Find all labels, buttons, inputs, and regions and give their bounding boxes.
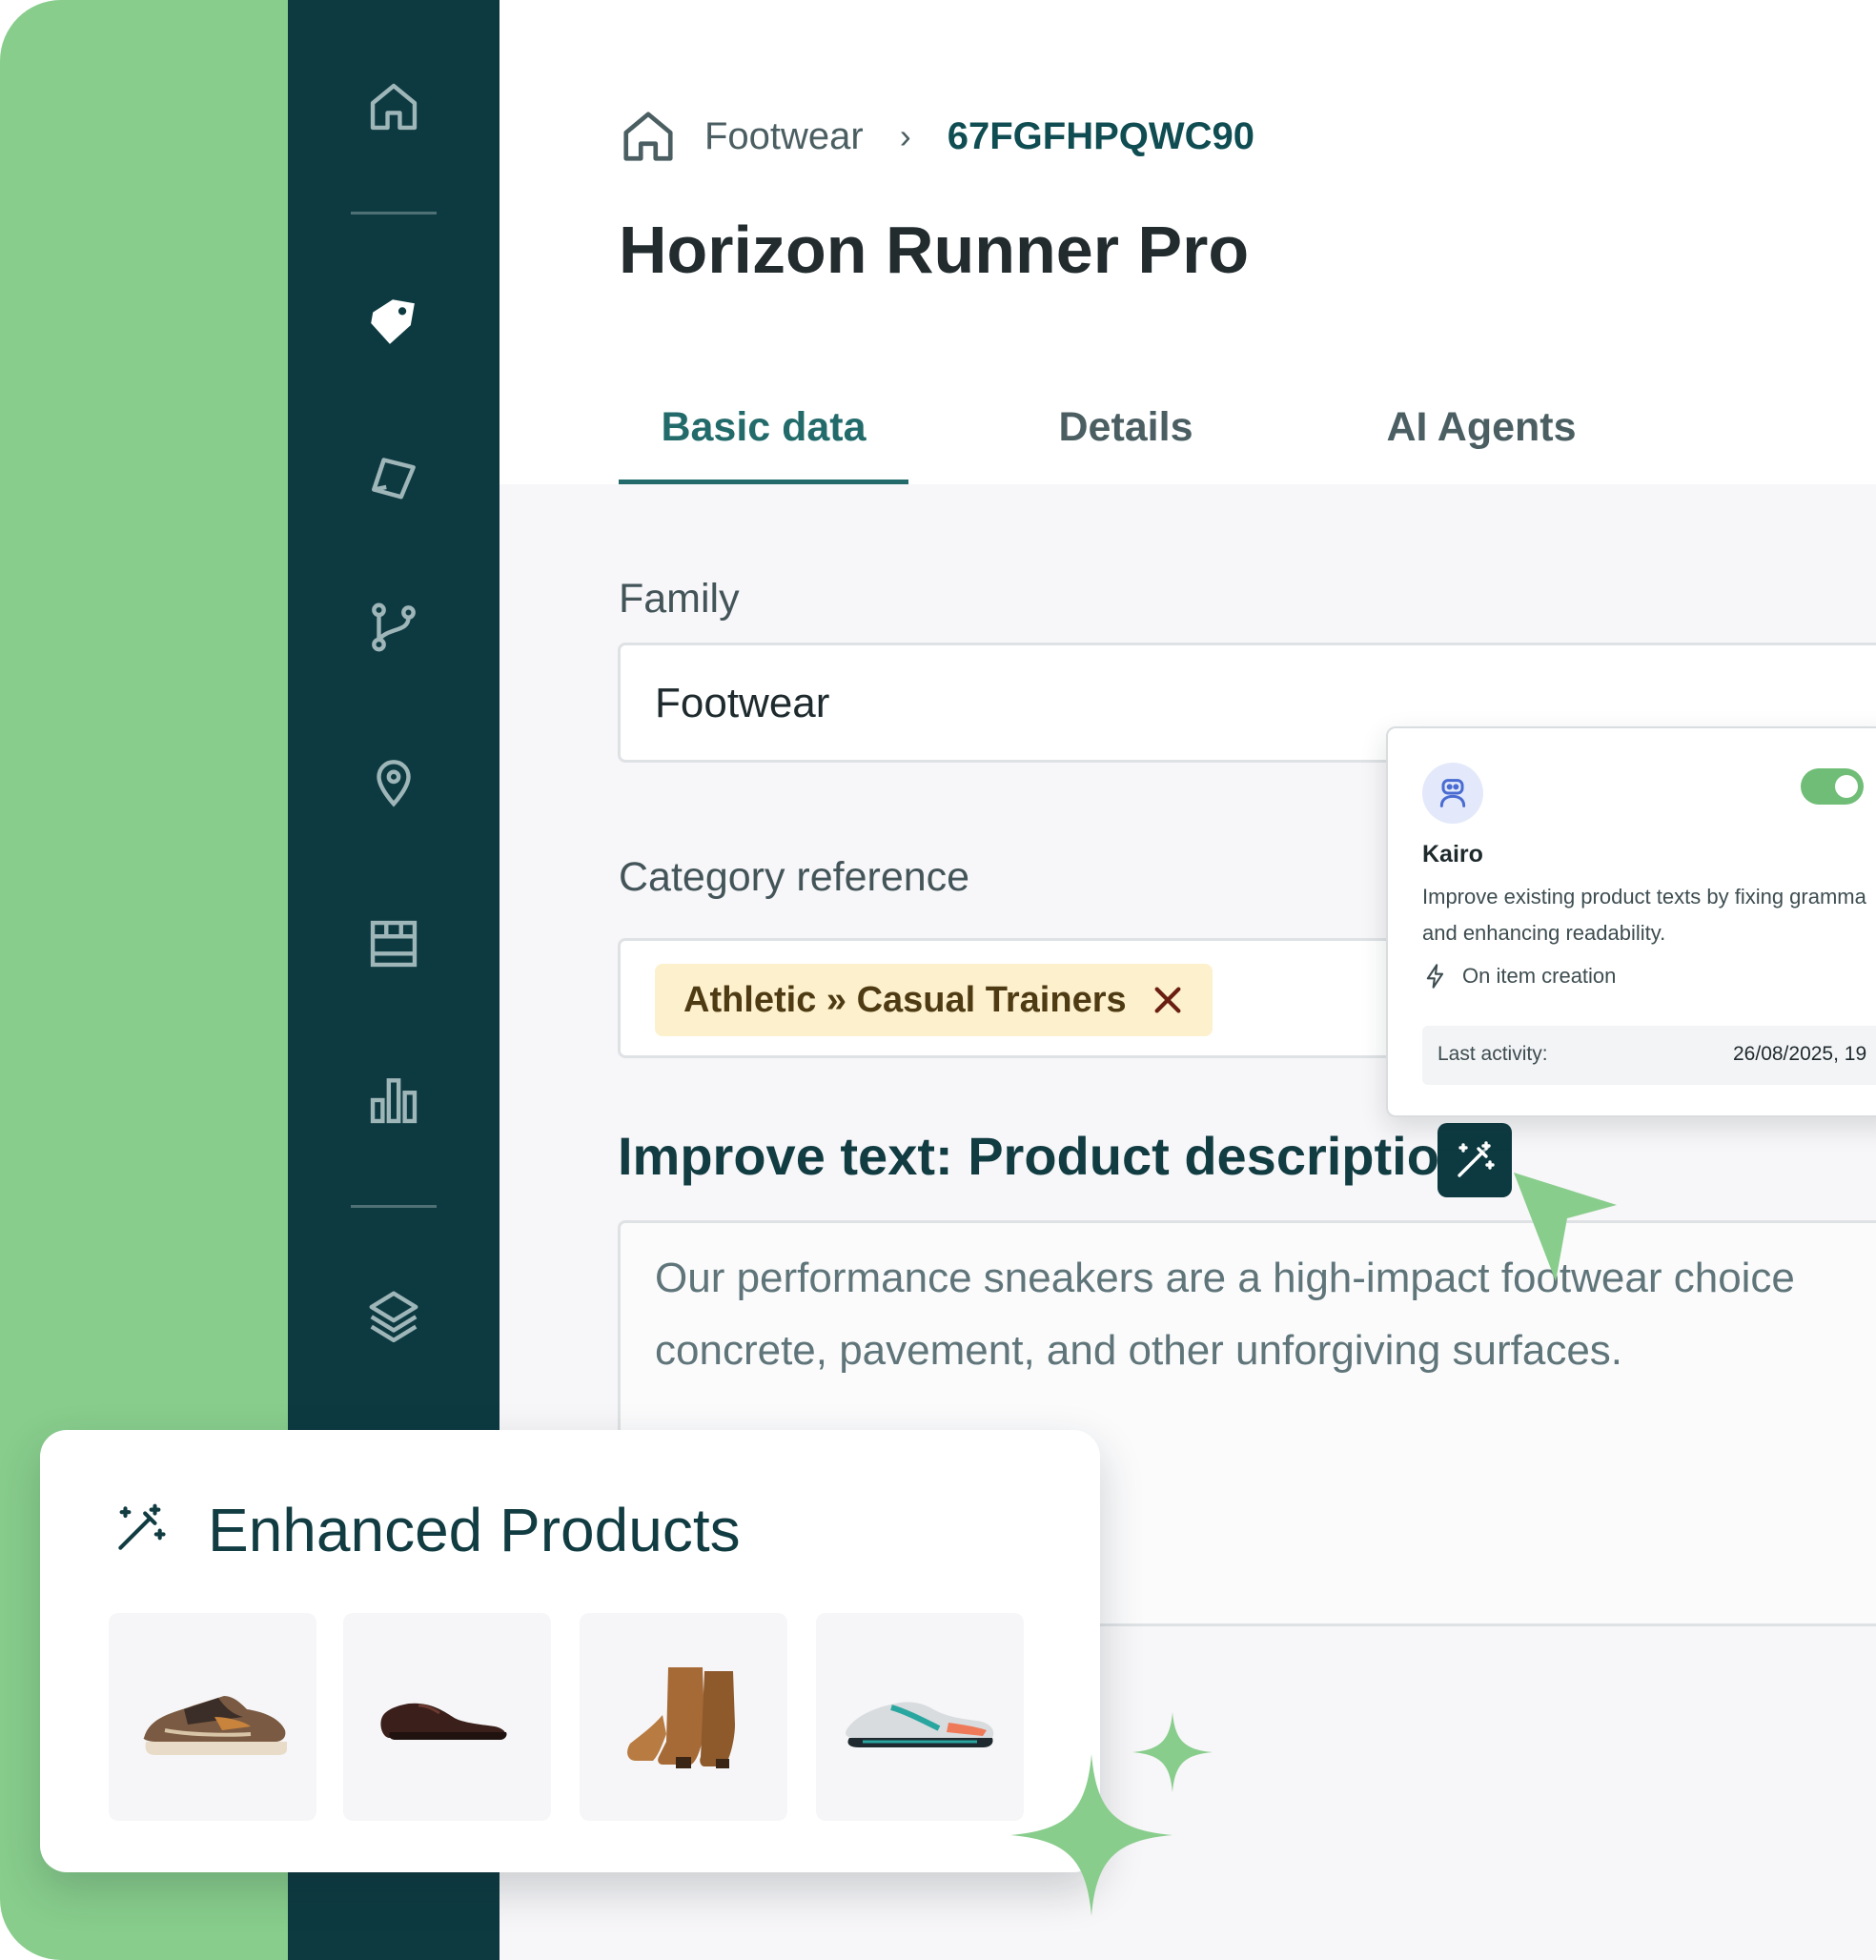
page-title: Horizon Runner Pro (619, 213, 1250, 287)
enhanced-products-card: Enhanced Products (40, 1430, 1100, 1872)
location-pin-icon[interactable] (288, 744, 500, 820)
lightning-icon (1426, 964, 1444, 989)
tab-details[interactable]: Details (908, 393, 1343, 484)
improve-text-heading-field: Product description (952, 1126, 1473, 1186)
product-thumbnail-casual-sneaker[interactable] (109, 1613, 316, 1821)
layers-icon[interactable] (288, 1277, 500, 1354)
running-shoe-image (846, 1702, 994, 1747)
agent-last-activity: Last activity: 26/08/2025, 19 (1422, 1026, 1876, 1085)
product-thumbnail-running-shoe[interactable] (816, 1613, 1024, 1821)
improve-text-heading-bold: Improve text: (618, 1126, 953, 1186)
magic-wand-icon (118, 1503, 166, 1550)
family-value: Footwear (655, 680, 830, 726)
last-activity-label: Last activity: (1438, 1043, 1548, 1065)
breadcrumb-family-link[interactable]: Footwear (704, 115, 864, 158)
agent-name: Kairo (1422, 841, 1483, 868)
agent-card: Kairo Improve existing product texts by … (1386, 726, 1876, 1117)
tag-icon[interactable] (288, 284, 500, 360)
improve-text-heading: Improve text: Product description (618, 1125, 1472, 1187)
category-label: Category reference (619, 854, 970, 900)
agent-enabled-toggle[interactable] (1801, 768, 1864, 805)
grid-icon[interactable] (288, 906, 500, 982)
magic-wand-icon (1458, 1141, 1495, 1177)
last-activity-value: 26/08/2025, 19 (1733, 1043, 1867, 1065)
tab-bar: Basic data Details AI Agents (619, 393, 1620, 484)
breadcrumb: Footwear › 67FGFHPQWC90 (619, 103, 1254, 170)
agent-description: Improve existing product texts by fixing… (1422, 885, 1866, 945)
ankle-boot-image (627, 1667, 735, 1768)
category-chip: Athletic » Casual Trainers (655, 964, 1213, 1036)
page-header: Footwear › 67FGFHPQWC90 Horizon Runner P… (500, 0, 1876, 484)
tab-basic-data[interactable]: Basic data (619, 393, 908, 484)
oxford-shoe-image (380, 1703, 507, 1740)
home-icon[interactable] (288, 69, 500, 145)
enhanced-products-title: Enhanced Products (208, 1496, 741, 1564)
robot-icon (1422, 763, 1483, 824)
branch-icon[interactable] (288, 589, 500, 665)
app-frame: Footwear › 67FGFHPQWC90 Horizon Runner P… (0, 0, 1876, 1960)
product-thumbnail-oxford-shoe[interactable] (343, 1613, 551, 1821)
product-description-text: Our performance sneakers are a high-impa… (655, 1255, 1795, 1374)
casual-sneaker-image (143, 1696, 287, 1755)
breadcrumb-item-id: 67FGFHPQWC90 (947, 114, 1255, 157)
improve-text-button[interactable] (1438, 1123, 1512, 1197)
shapes-icon[interactable] (288, 437, 500, 513)
bar-chart-icon[interactable] (288, 1062, 500, 1138)
tab-ai-agents[interactable]: AI Agents (1343, 393, 1620, 484)
chevron-right-icon: › (899, 116, 911, 155)
close-icon[interactable] (1152, 984, 1184, 1016)
sidebar-divider (351, 1205, 437, 1208)
family-label: Family (619, 576, 740, 622)
product-thumbnail-ankle-boot[interactable] (580, 1613, 787, 1821)
sparkle-icon (1132, 1712, 1213, 1792)
agent-trigger-label: On item creation (1462, 964, 1617, 988)
cursor-pointer-icon (1514, 1173, 1617, 1281)
home-icon[interactable] (619, 107, 678, 166)
sidebar-divider (351, 212, 437, 214)
category-chip-label: Athletic » Casual Trainers (683, 979, 1127, 1020)
agent-trigger: On item creation (1422, 963, 1616, 990)
